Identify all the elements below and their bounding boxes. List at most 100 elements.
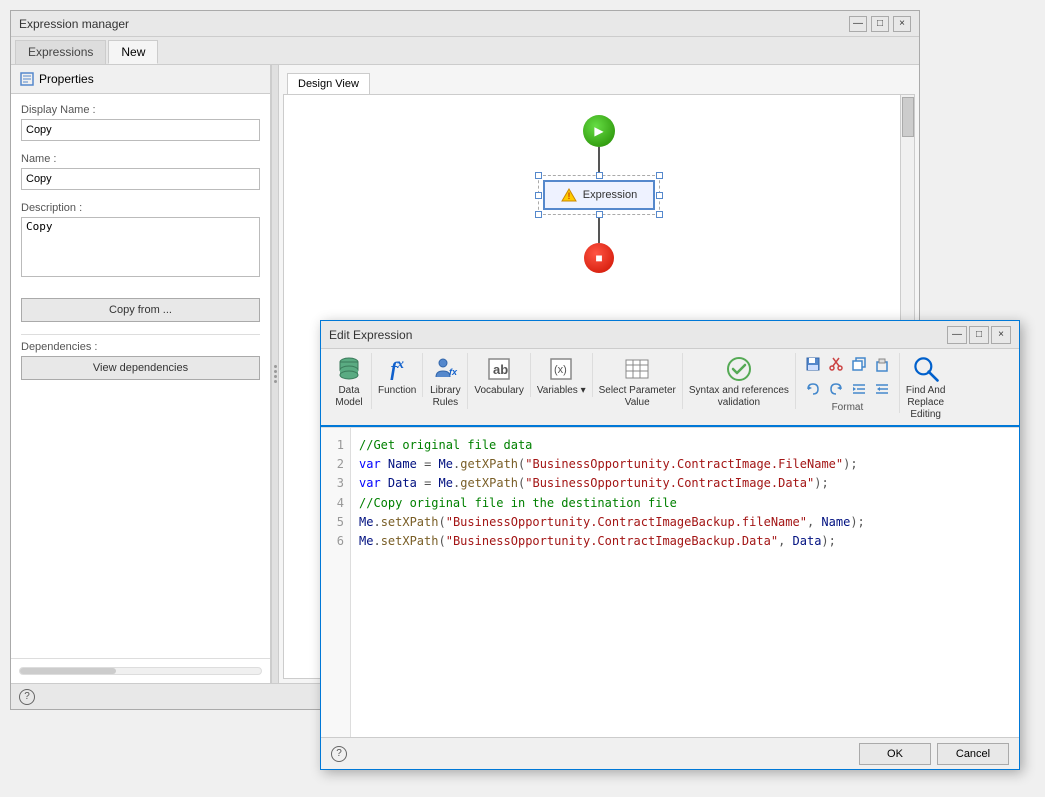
main-title-bar: Expression manager — □ × <box>11 11 919 37</box>
line-num-2: 2 <box>327 455 344 474</box>
tab-bar: Expressions New <box>11 37 919 65</box>
copy-button[interactable] <box>848 353 870 375</box>
undo-icon <box>805 381 821 397</box>
svg-text:!: ! <box>567 191 570 201</box>
redo-button[interactable] <box>825 378 847 400</box>
toolbar-group-find-replace: Find AndReplaceEditing <box>900 353 951 421</box>
dialog-close-button[interactable]: × <box>991 326 1011 344</box>
main-window-title: Expression manager <box>19 17 129 31</box>
toolbar-group-format: Format <box>796 353 900 413</box>
code-content[interactable]: //Get original file data var Name = Me.g… <box>351 428 1019 737</box>
outdent-button[interactable] <box>871 378 893 400</box>
code-editor: 1 2 3 4 5 6 //Get original file data var… <box>321 427 1019 737</box>
help-icon[interactable]: ? <box>19 689 35 705</box>
handle-bl[interactable] <box>535 211 542 218</box>
expression-node[interactable]: ! Expression <box>538 175 660 215</box>
toolbar-group-syntax: Syntax and referencesvalidation <box>683 353 796 409</box>
data-model-button[interactable] <box>333 353 365 385</box>
handle-tr[interactable] <box>656 172 663 179</box>
toolbar-group-library-rules: fx LibraryRules <box>423 353 468 409</box>
splitter[interactable] <box>271 65 279 683</box>
minimize-button[interactable]: — <box>849 16 867 32</box>
line-num-5: 5 <box>327 513 344 532</box>
view-dependencies-button[interactable]: View dependencies <box>21 356 260 380</box>
vocabulary-icon: ab <box>485 355 513 383</box>
select-param-label: Select ParameterValue <box>599 385 676 409</box>
edit-expression-dialog: Edit Expression — □ × DataModel <box>320 320 1020 770</box>
handle-mr[interactable] <box>656 192 663 199</box>
syntax-button[interactable] <box>723 353 755 385</box>
separator <box>21 334 260 335</box>
variables-icon: (x) <box>547 355 575 383</box>
code-line-3: var Data = Me.getXPath("BusinessOpportun… <box>359 474 1011 493</box>
format-label: Format <box>832 402 864 413</box>
dialog-help-icon[interactable]: ? <box>331 746 347 762</box>
paste-button[interactable] <box>871 353 893 375</box>
find-replace-button[interactable] <box>910 353 942 385</box>
toolbar-group-function: fx Function <box>372 353 423 397</box>
cancel-button[interactable]: Cancel <box>937 743 1009 765</box>
dialog-maximize-button[interactable]: □ <box>969 326 989 344</box>
dependencies-label: Dependencies : <box>21 341 260 353</box>
end-node[interactable] <box>584 243 614 273</box>
scrollbar-thumb[interactable] <box>902 97 914 137</box>
design-view-tab[interactable]: Design View <box>287 73 370 94</box>
save-button[interactable] <box>802 353 824 375</box>
splitter-handle <box>274 365 277 383</box>
flow-line-2 <box>598 215 600 243</box>
window-controls: — □ × <box>849 16 911 32</box>
maximize-button[interactable]: □ <box>871 16 889 32</box>
line-num-1: 1 <box>327 436 344 455</box>
dialog-minimize-button[interactable]: — <box>947 326 967 344</box>
undo-button[interactable] <box>802 378 824 400</box>
name-field: Name : <box>21 153 260 190</box>
dialog-controls: — □ × <box>947 326 1011 344</box>
toolbar-group-select-param: Select ParameterValue <box>593 353 683 409</box>
select-param-button[interactable] <box>621 353 653 385</box>
cut-button[interactable] <box>825 353 847 375</box>
dialog-title: Edit Expression <box>329 328 412 342</box>
indent-button[interactable] <box>848 378 870 400</box>
indent-icon <box>851 381 867 397</box>
left-panel-bottom <box>11 658 270 683</box>
properties-form: Display Name : Name : Description : Copy… <box>11 94 270 658</box>
find-replace-label: Find AndReplaceEditing <box>906 385 945 421</box>
format-buttons-row2 <box>802 378 893 400</box>
description-input[interactable]: Copy <box>21 217 260 277</box>
library-rules-icon: fx <box>431 355 459 383</box>
vocabulary-label: Vocabulary <box>474 385 523 397</box>
handle-ml[interactable] <box>535 192 542 199</box>
handle-bm[interactable] <box>596 211 603 218</box>
handle-br[interactable] <box>656 211 663 218</box>
variables-button[interactable]: (x) <box>545 353 577 385</box>
function-button[interactable]: fx <box>381 353 413 385</box>
toolbar-group-data-model: DataModel <box>327 353 372 409</box>
name-input[interactable] <box>21 168 260 190</box>
outdent-icon <box>874 381 890 397</box>
line-num-4: 4 <box>327 494 344 513</box>
copy-icon <box>851 356 867 372</box>
save-icon <box>805 356 821 372</box>
description-field: Description : Copy <box>21 202 260 280</box>
svg-text:fx: fx <box>449 367 458 377</box>
line-num-6: 6 <box>327 532 344 551</box>
ok-button[interactable]: OK <box>859 743 931 765</box>
properties-label: Properties <box>39 72 94 86</box>
code-line-5: Me.setXPath("BusinessOpportunity.Contrac… <box>359 513 1011 532</box>
start-node[interactable] <box>583 115 615 147</box>
handle-tm[interactable] <box>596 172 603 179</box>
code-line-1: //Get original file data <box>359 436 1011 455</box>
data-model-icon <box>335 355 363 383</box>
redo-icon <box>828 381 844 397</box>
copy-from-button[interactable]: Copy from ... <box>21 298 260 322</box>
display-name-input[interactable] <box>21 119 260 141</box>
library-rules-button[interactable]: fx <box>429 353 461 385</box>
tab-new[interactable]: New <box>108 40 158 64</box>
code-line-2: var Name = Me.getXPath("BusinessOpportun… <box>359 455 1011 474</box>
handle-tl[interactable] <box>535 172 542 179</box>
close-button[interactable]: × <box>893 16 911 32</box>
vocabulary-button[interactable]: ab <box>483 353 515 385</box>
tab-expressions[interactable]: Expressions <box>15 40 106 64</box>
display-name-field: Display Name : <box>21 104 260 141</box>
line-num-3: 3 <box>327 474 344 493</box>
